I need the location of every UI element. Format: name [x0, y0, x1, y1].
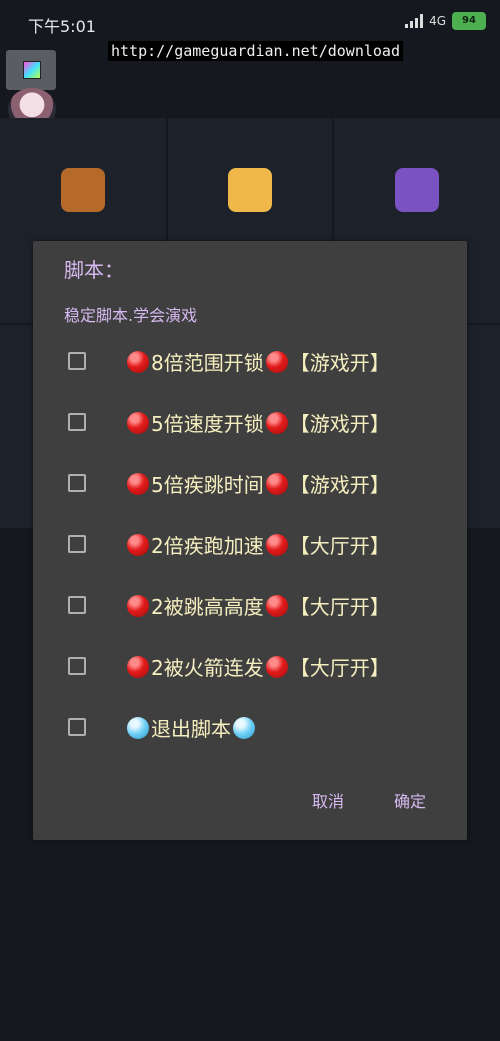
- red-dot-icon: [265, 594, 288, 617]
- option-tag: 【游戏开】: [289, 351, 390, 375]
- red-dot-icon: [265, 472, 288, 495]
- option-text: 2倍疾跑加速: [151, 534, 264, 558]
- option-text: 2被火箭连发: [151, 656, 264, 680]
- status-bar: 下午5:01 4G 94: [0, 0, 500, 44]
- red-dot-icon: [127, 655, 149, 678]
- option-checkbox[interactable]: [68, 718, 86, 736]
- status-indicators: 4G 94: [405, 12, 486, 30]
- red-dot-icon: [265, 533, 288, 556]
- option-checkbox[interactable]: [68, 535, 86, 553]
- red-dot-icon: [127, 411, 149, 434]
- script-option[interactable]: 5倍疾跳时间 【游戏开】: [33, 455, 467, 515]
- red-dot-icon: [127, 472, 149, 495]
- script-option[interactable]: 2被火箭连发 【大厅开】: [33, 638, 467, 698]
- script-option[interactable]: 2被跳高高度 【大厅开】: [33, 577, 467, 637]
- gg-app-icon: [395, 168, 439, 212]
- blue-dot-icon: [127, 716, 149, 739]
- script-option[interactable]: 2倍疾跑加速 【大厅开】: [33, 516, 467, 576]
- option-text: 5倍速度开锁: [151, 412, 264, 436]
- status-time: 下午5:01: [28, 17, 96, 36]
- option-label: 8倍范围开锁 【游戏开】: [125, 347, 390, 376]
- signal-icon: [405, 14, 424, 28]
- red-dot-icon: [265, 655, 288, 678]
- option-tag: 【游戏开】: [289, 473, 390, 497]
- floating-window-button[interactable]: [6, 50, 56, 90]
- option-tag: 【大厅开】: [289, 595, 390, 619]
- option-text: 退出脚本: [151, 717, 231, 741]
- red-dot-icon: [265, 411, 288, 434]
- app-square-icon: [23, 61, 41, 79]
- option-label: 2被火箭连发 【大厅开】: [125, 652, 390, 681]
- option-tag: 【大厅开】: [289, 656, 390, 680]
- option-tag: 【游戏开】: [289, 412, 390, 436]
- game-app-icon: [61, 168, 105, 212]
- red-dot-icon: [127, 533, 149, 556]
- dialog-subtitle: 稳定脚本.学会演戏: [64, 306, 198, 325]
- option-label: 2倍疾跑加速 【大厅开】: [125, 530, 390, 559]
- option-checkbox[interactable]: [68, 352, 86, 370]
- option-label: 2被跳高高度 【大厅开】: [125, 591, 390, 620]
- red-dot-icon: [127, 350, 149, 373]
- option-text: 2被跳高高度: [151, 595, 264, 619]
- option-checkbox[interactable]: [68, 657, 86, 675]
- option-checkbox[interactable]: [68, 413, 86, 431]
- script-dialog: 脚本： 稳定脚本.学会演戏 8倍范围开锁 【游戏开】 5倍速度开锁 【游戏开】 5倍疾跳…: [33, 241, 467, 840]
- option-label: 5倍疾跳时间 【游戏开】: [125, 469, 390, 498]
- script-option[interactable]: 8倍范围开锁 【游戏开】: [33, 333, 467, 393]
- cancel-button[interactable]: 取消: [312, 788, 344, 812]
- option-tag: 【大厅开】: [289, 534, 390, 558]
- blue-dot-icon: [233, 716, 255, 739]
- option-text: 8倍范围开锁: [151, 351, 264, 375]
- network-type: 4G: [429, 14, 446, 28]
- script-option[interactable]: 5倍速度开锁 【游戏开】: [33, 394, 467, 454]
- script-option[interactable]: 退出脚本: [33, 699, 467, 759]
- option-checkbox[interactable]: [68, 596, 86, 614]
- url-banner: http://gameguardian.net/download: [108, 41, 403, 61]
- ok-button[interactable]: 确定: [394, 788, 426, 812]
- option-text: 5倍疾跳时间: [151, 473, 264, 497]
- cartoon-app-icon: [228, 168, 272, 212]
- dialog-title: 脚本：: [64, 258, 124, 282]
- option-checkbox[interactable]: [68, 474, 86, 492]
- option-label: 退出脚本: [125, 713, 257, 742]
- battery-icon: 94: [452, 12, 486, 30]
- red-dot-icon: [127, 594, 149, 617]
- option-label: 5倍速度开锁 【游戏开】: [125, 408, 390, 437]
- red-dot-icon: [265, 350, 288, 373]
